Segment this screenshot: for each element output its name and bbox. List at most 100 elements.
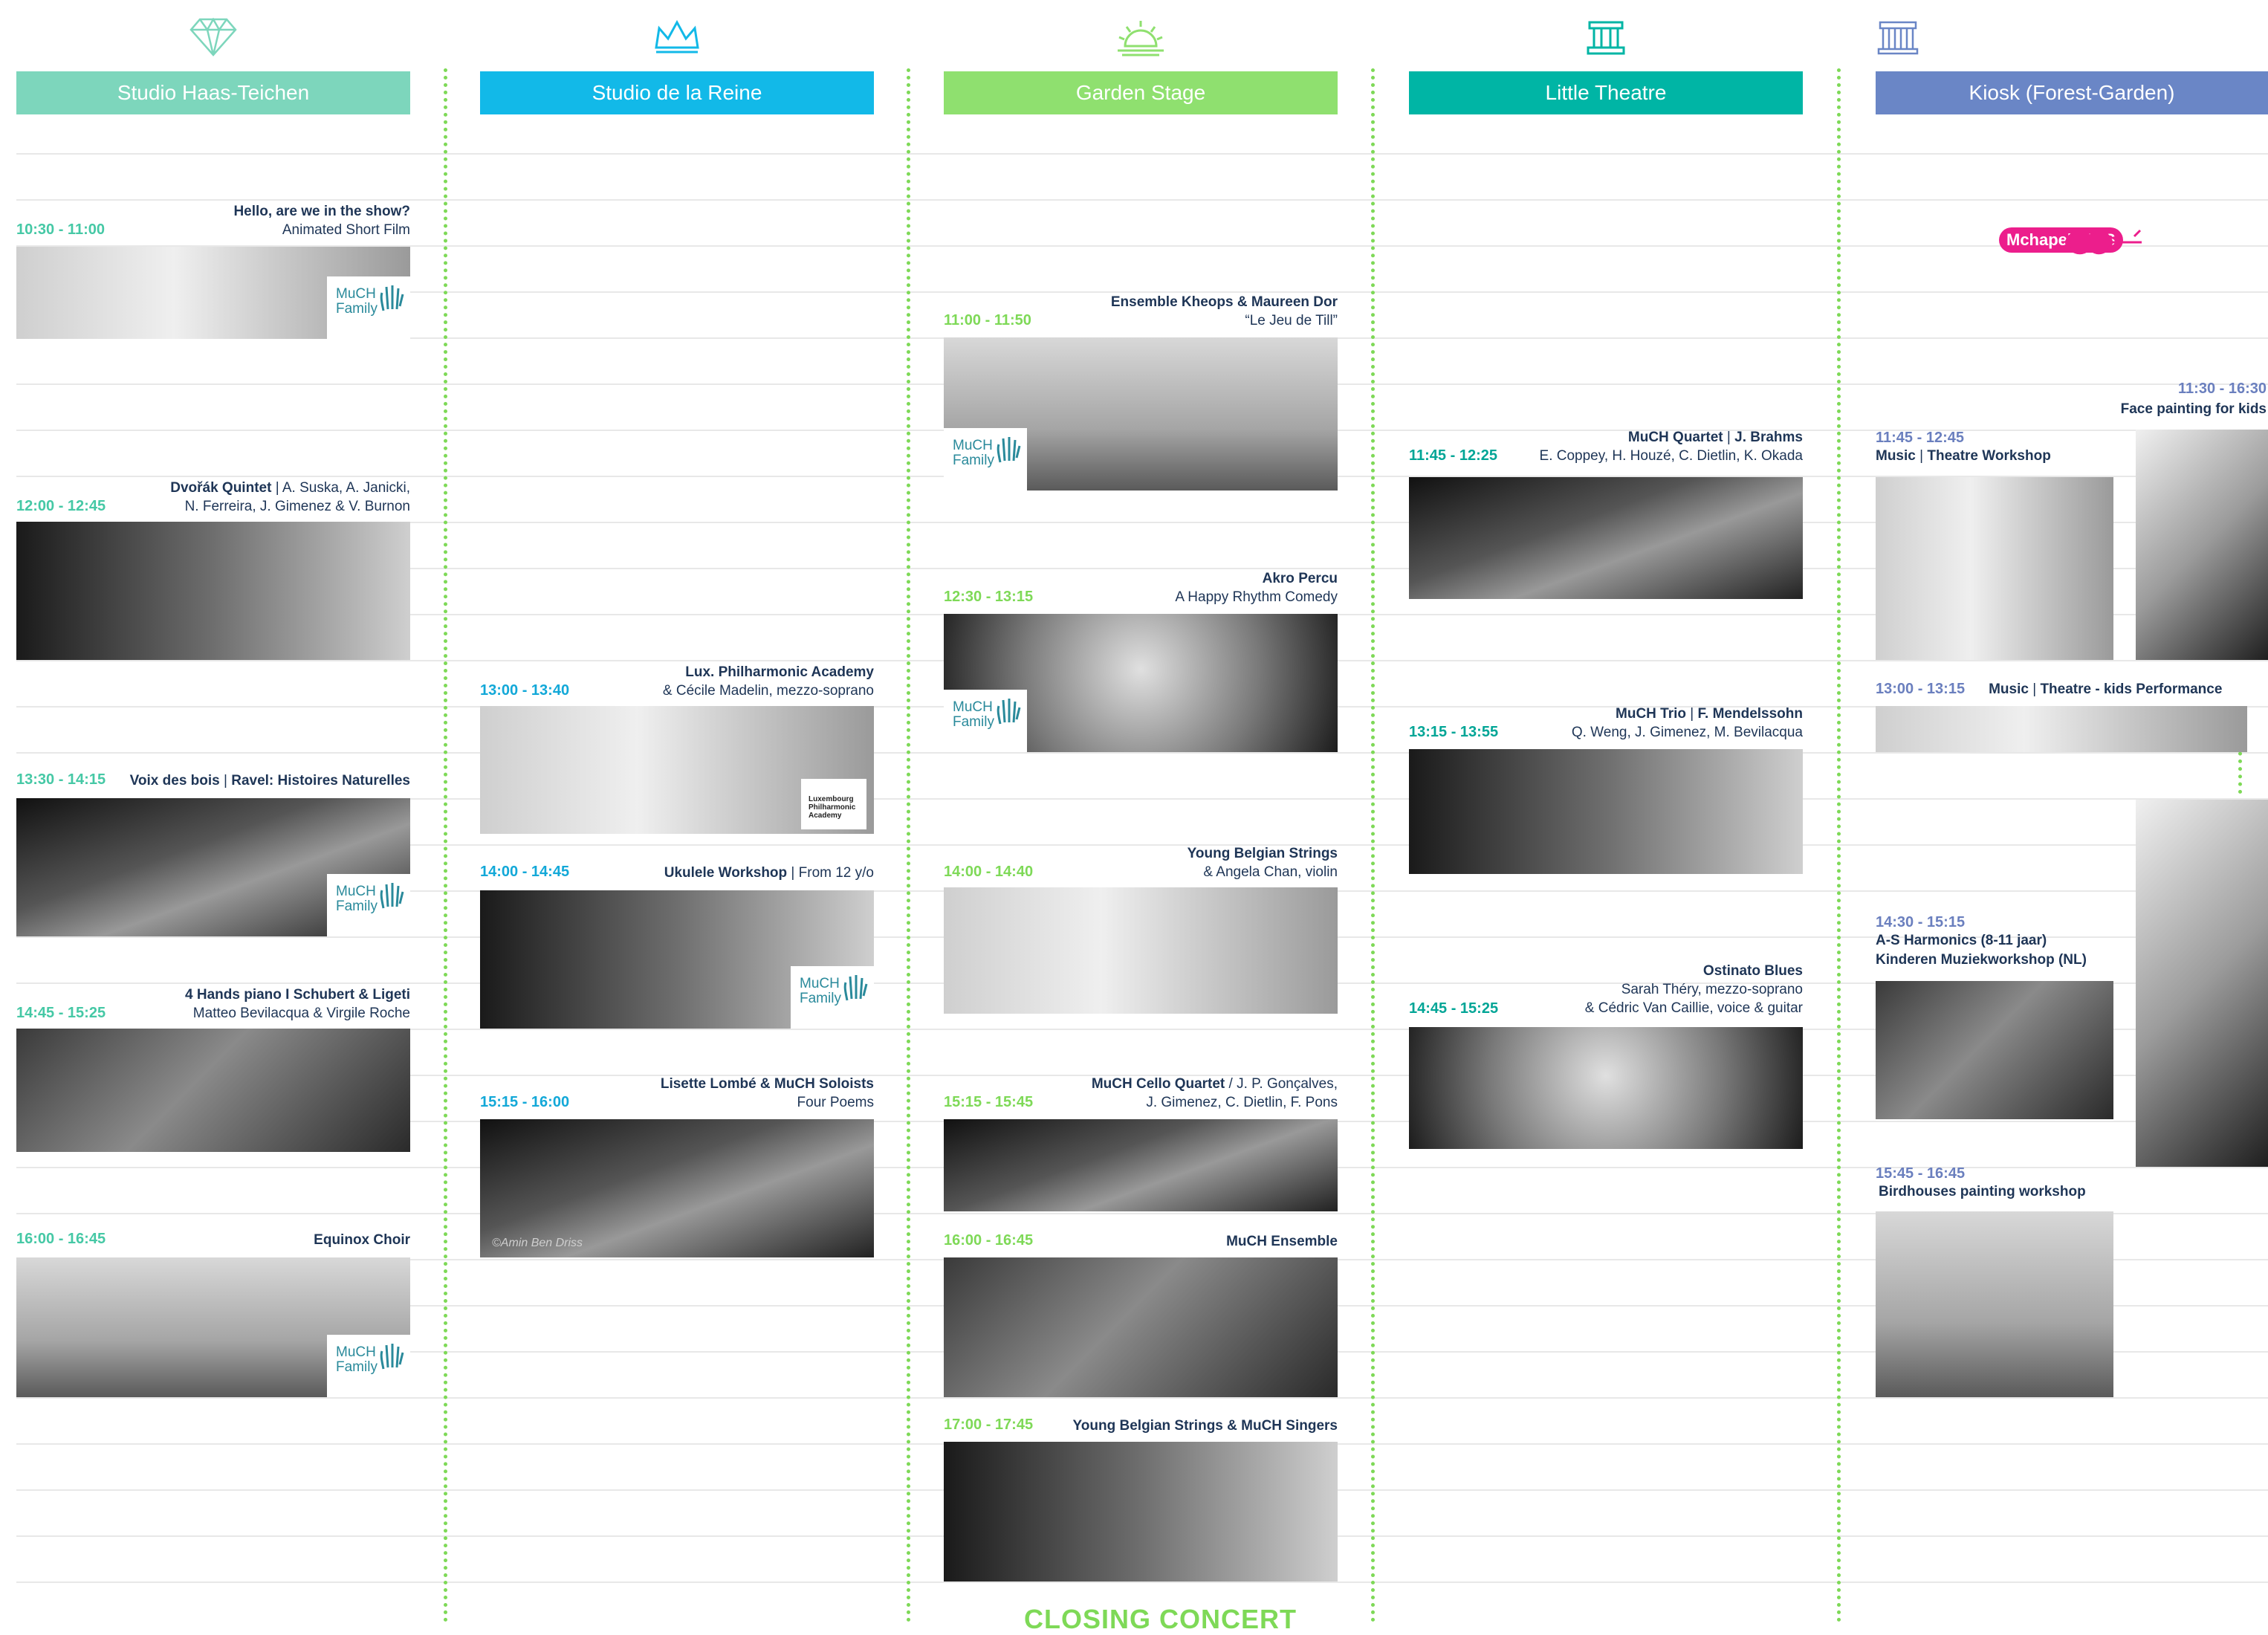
event-photo: MuCH Family <box>480 890 874 1029</box>
event-title: Music <box>1989 681 2029 697</box>
event-photo <box>944 1442 1338 1581</box>
event-title: Lux. Philharmonic Academy <box>685 664 874 680</box>
event-title: Dvořák Quintet <box>170 480 272 496</box>
event-title: Hello, are we in the show? <box>233 204 410 219</box>
event-time: 15:45 - 16:45 <box>1876 1165 1966 1182</box>
event-time: 14:45 - 15:25 <box>1409 1000 1499 1017</box>
event-time: 12:00 - 12:45 <box>16 498 106 514</box>
event-photo <box>944 1257 1338 1397</box>
column-divider <box>1371 68 1375 1623</box>
face-painting-photo <box>2136 800 2268 1167</box>
event-time: 10:30 - 11:00 <box>16 221 105 238</box>
column-header[interactable]: Studio Haas-Teichen <box>16 71 410 114</box>
event-time: 13:15 - 13:55 <box>1409 724 1499 740</box>
much-family-badge: MuCH Family <box>327 276 410 339</box>
event-card[interactable]: 15:45 - 16:45 Birdhouses painting worksh… <box>1876 1165 2113 1397</box>
event-photo <box>944 887 1338 1014</box>
closing-concert-label: CLOSING CONCERT <box>1024 1604 1297 1634</box>
event-time: 14:00 - 14:40 <box>944 864 1034 880</box>
event-card[interactable]: 14:30 - 15:15 A-S Harmonics (8-11 jaar) … <box>1876 914 2113 1119</box>
kiosk-icon <box>1679 18 2073 62</box>
event-photo <box>1409 749 1803 874</box>
event-photo: Luxembourg Philharmonic Academy <box>480 706 874 834</box>
event-time: 16:00 - 16:45 <box>944 1232 1034 1249</box>
event-time: 11:00 - 11:50 <box>944 312 1031 328</box>
event-title: Young Belgian Strings & MuCH Singers <box>1072 1418 1338 1434</box>
event-photo <box>1409 477 1803 599</box>
event-time: 15:15 - 15:45 <box>944 1094 1034 1110</box>
column-divider <box>907 68 910 1623</box>
event-time: 14:45 - 15:25 <box>16 1005 106 1021</box>
event-photo: MuCH Family <box>944 614 1338 752</box>
event-title: MuCH Quartet <box>1627 430 1723 445</box>
event-title: Equinox Choir <box>314 1232 410 1248</box>
event-title: 4 Hands piano I Schubert & Ligeti <box>185 987 410 1003</box>
event-time: 12:30 - 13:15 <box>944 589 1034 605</box>
event-photo: MuCH Family <box>944 337 1338 490</box>
column-studio-de-la-reine: Studio de la Reine Lux. Philharmonic Aca… <box>480 0 874 1623</box>
much-family-badge: MuCH Family <box>327 1335 410 1397</box>
event-title: Ostinato Blues <box>1702 963 1803 979</box>
photo-credit: ©Amin Ben Driss <box>492 1237 583 1249</box>
column-little-theatre: Little Theatre MuCH Quartet | J. Brahms E… <box>1409 0 1803 1623</box>
event-title: A-S Harmonics (8-11 jaar) <box>1876 933 2047 948</box>
mchapel-kids-logo: Mchapel KIDS <box>1999 202 2148 276</box>
sunrise-icon <box>944 18 1338 62</box>
event-time: 14:00 - 14:45 <box>480 864 570 880</box>
event-photo: MuCH Family <box>16 1257 410 1397</box>
column-divider <box>444 68 447 1623</box>
event-title: Ensemble Kheops & Maureen Dor <box>1110 294 1338 310</box>
event-photo <box>1409 1027 1803 1149</box>
column-studio-haas-teichen: Studio Haas-Teichen Hello, are we in the… <box>16 0 410 1623</box>
column-header[interactable]: Kiosk (Forest-Garden) <box>1876 71 2268 114</box>
event-photo <box>1876 981 2113 1119</box>
crown-icon <box>480 18 874 62</box>
event-subtitle: Kinderen Muziekworkshop (NL) <box>1876 952 2087 968</box>
column-garden-stage: Garden Stage Ensemble Kheops & Maureen D… <box>944 0 1338 1623</box>
much-family-badge: MuCH Family <box>944 690 1027 752</box>
much-family-badge: MuCH Family <box>791 966 874 1029</box>
event-title: Face painting for kids <box>2120 401 2267 417</box>
event-subtitle: Animated Short Film <box>282 222 410 238</box>
column-header[interactable]: Garden Stage <box>944 71 1338 114</box>
event-time: 11:30 - 16:30 <box>2178 381 2267 397</box>
event-title: Young Belgian Strings <box>1187 846 1338 861</box>
event-subtitle: | A. Suska, A. Janicki, <box>271 480 410 496</box>
column-divider <box>1837 68 1841 1623</box>
event-time: 13:00 - 13:40 <box>480 682 570 699</box>
much-family-badge: MuCH Family <box>944 428 1027 490</box>
luxembourg-philharmonic-logo: Luxembourg Philharmonic Academy <box>801 779 866 829</box>
event-photo <box>1876 1211 2113 1397</box>
event-title: MuCH Trio <box>1616 706 1687 722</box>
event-time: 16:00 - 16:45 <box>16 1231 106 1247</box>
event-title: MuCH Ensemble <box>1226 1234 1338 1249</box>
event-photo <box>944 1119 1338 1211</box>
event-photo <box>16 1029 410 1152</box>
much-family-badge: MuCH Family <box>327 874 410 936</box>
event-title: Lisette Lombé & MuCH Soloists <box>660 1076 874 1092</box>
event-time: 15:15 - 16:00 <box>480 1094 570 1110</box>
event-time: 17:00 - 17:45 <box>944 1417 1034 1433</box>
event-photo: MuCH Family <box>16 798 410 936</box>
column-header[interactable]: Little Theatre <box>1409 71 1803 114</box>
event-time: 13:00 - 13:15 <box>1876 681 1966 697</box>
event-photo <box>1876 477 2113 660</box>
event-title: Birdhouses painting workshop <box>1879 1184 2086 1199</box>
event-time: 13:30 - 14:15 <box>16 771 106 788</box>
event-card[interactable]: 13:00 - 13:15 Music | Theatre - kids Perf… <box>1876 679 2247 752</box>
face-painting-photo <box>2136 430 2268 660</box>
event-title: MuCH Cello Quartet <box>1091 1076 1225 1092</box>
diamond-icon <box>16 18 410 62</box>
event-time: 14:30 - 15:15 <box>1876 914 1966 930</box>
event-title: Voix des bois <box>129 773 220 789</box>
event-card[interactable]: 11:45 - 12:45 Music | Theatre Workshop <box>1876 430 2113 660</box>
event-title: Music <box>1876 448 1916 464</box>
event-title: Akro Percu <box>1262 571 1338 586</box>
event-photo <box>16 522 410 660</box>
event-title: Ukulele Workshop <box>664 865 788 881</box>
event-time: 11:45 - 12:45 <box>1876 430 1964 446</box>
column-header[interactable]: Studio de la Reine <box>480 71 874 114</box>
event-photo: ©Amin Ben Driss <box>480 1119 874 1257</box>
event-time: 11:45 - 12:25 <box>1409 447 1497 464</box>
event-photo: MuCH Family <box>16 247 410 339</box>
